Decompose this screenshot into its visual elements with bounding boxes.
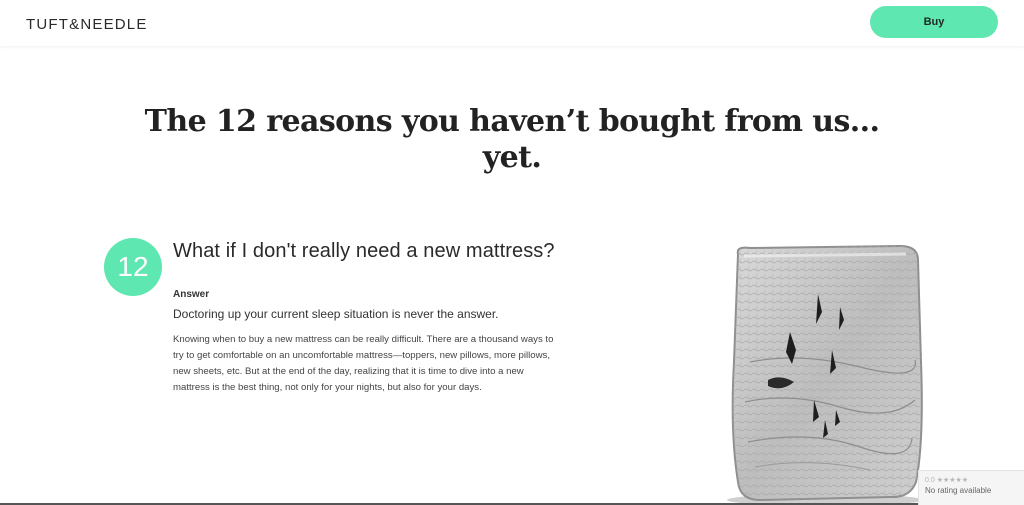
question-heading: What if I don't really need a new mattre… [173, 240, 555, 262]
page: TUFT&NEEDLE Buy The 12 reasons you haven… [0, 0, 1024, 505]
site-header: TUFT&NEEDLE Buy [0, 0, 1024, 46]
reason-number-badge: 12 [104, 238, 162, 296]
answer-lead: Doctoring up your current sleep situatio… [173, 307, 499, 321]
page-title: The 12 reasons you haven’t bought from u… [0, 104, 1024, 176]
page-title-line-2: yet. [482, 140, 542, 175]
rating-widget[interactable]: 0.0 ★★★★★ No rating available [918, 470, 1024, 505]
buy-button[interactable]: Buy [870, 6, 998, 38]
logo[interactable]: TUFT&NEEDLE [26, 16, 148, 33]
star-icon: ★★★★★ [936, 477, 969, 484]
page-title-line-1: The 12 reasons you haven’t bought from u… [144, 104, 880, 139]
rating-score: 0.0 [925, 476, 935, 484]
rating-row: 0.0 ★★★★★ [925, 476, 1024, 485]
answer-body: Knowing when to buy a new mattress can b… [173, 334, 554, 393]
answer-label: Answer [173, 289, 210, 300]
worn-mattress-image [727, 244, 923, 505]
rating-text: No rating available [925, 486, 992, 495]
